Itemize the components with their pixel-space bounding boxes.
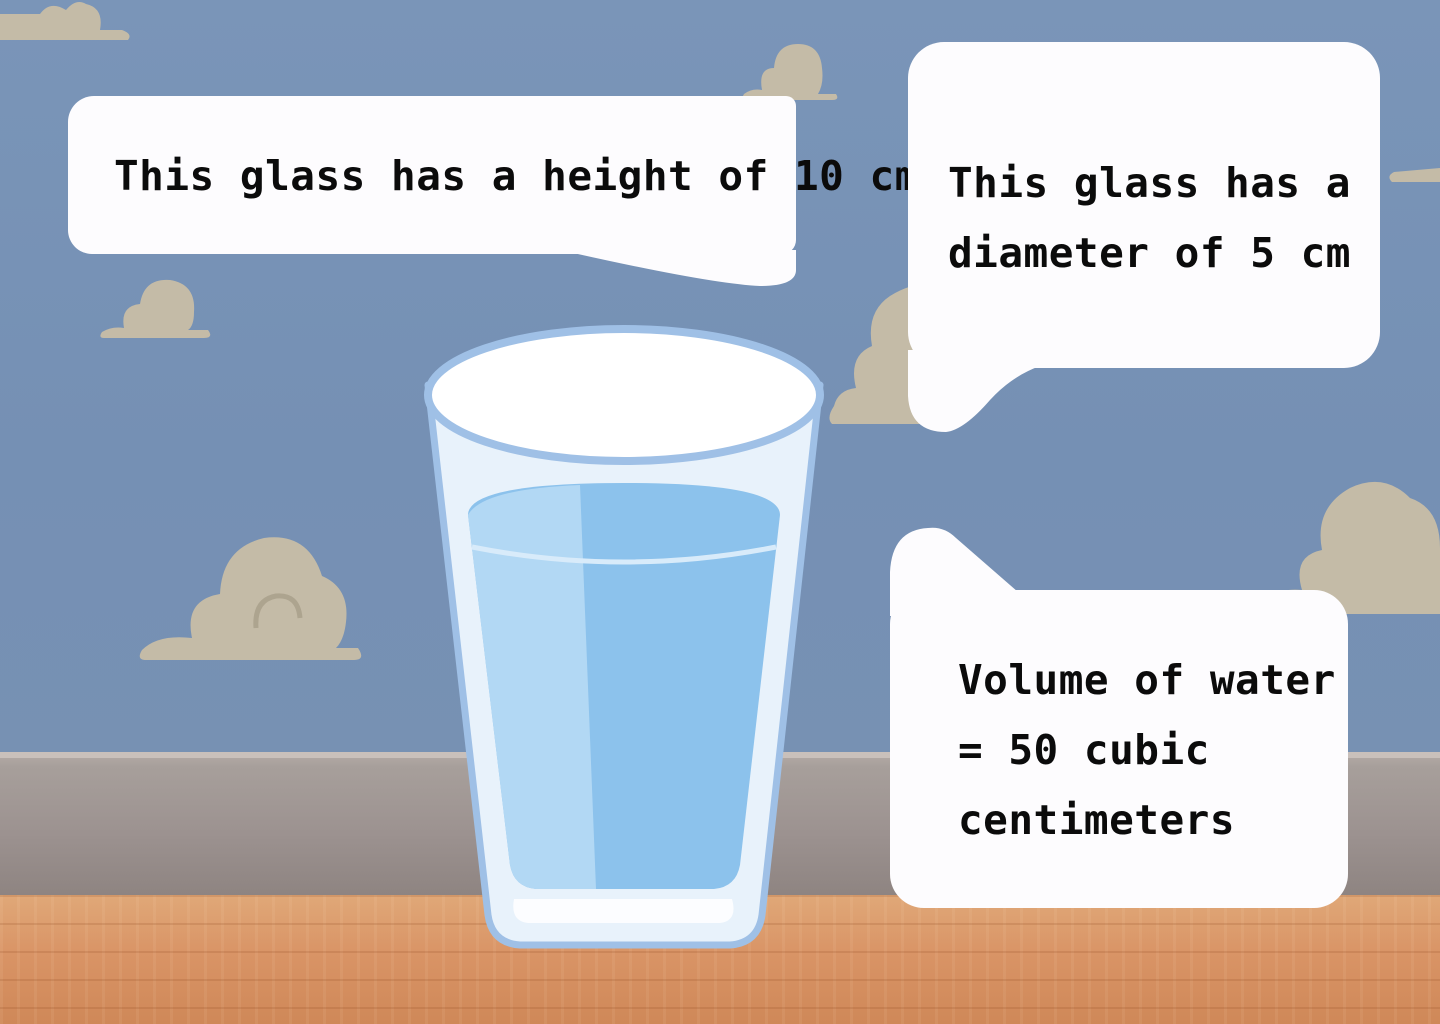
volume-speech-bubble: Volume of water = 50 cubic centimeters xyxy=(890,590,1348,908)
cloud-icon xyxy=(742,44,838,100)
volume-caption: Volume of water = 50 cubic centimeters xyxy=(958,656,1336,844)
cloud-icon xyxy=(0,2,130,40)
diameter-speech-bubble: This glass has a diameter of 5 cm xyxy=(908,42,1380,368)
height-caption: This glass has a height of 10 cm xyxy=(114,152,920,200)
cloud-icon xyxy=(100,279,211,338)
height-bubble-tail xyxy=(560,250,796,286)
height-speech-bubble: This glass has a height of 10 cm xyxy=(68,96,919,254)
diameter-caption: This glass has a diameter of 5 cm xyxy=(948,159,1351,277)
cloud-icon xyxy=(1389,168,1440,182)
glass-of-water-icon xyxy=(424,325,824,949)
diameter-bubble-tail xyxy=(908,350,1040,432)
scene: This glass has a height of 10 cm This gl… xyxy=(0,0,1440,1024)
cloud-icon xyxy=(139,537,362,660)
